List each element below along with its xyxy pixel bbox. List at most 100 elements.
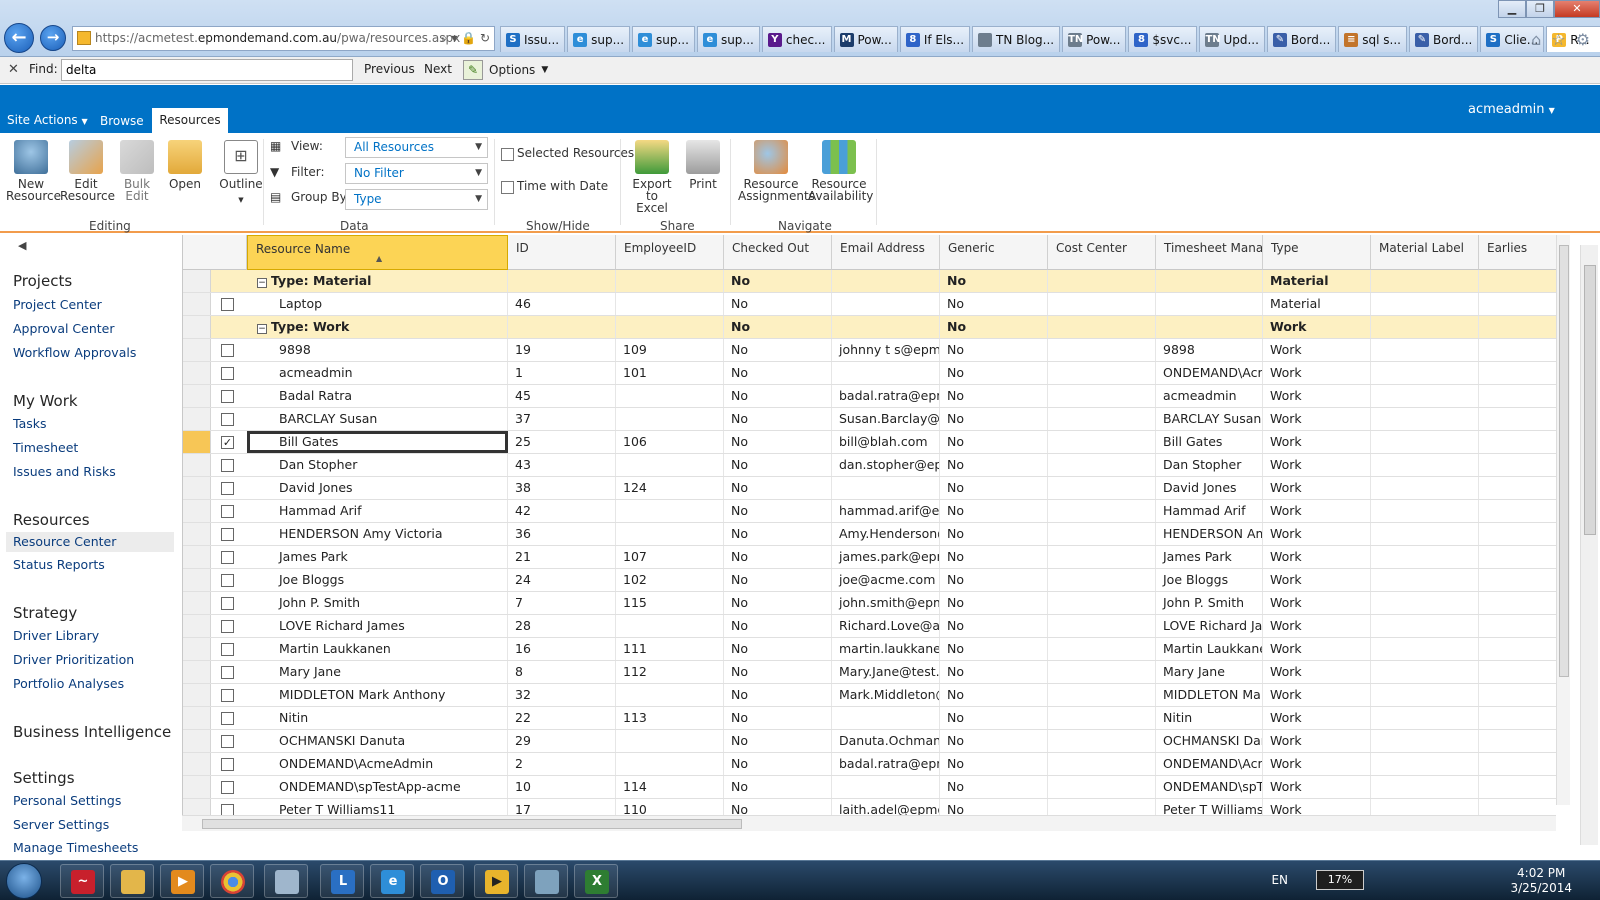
grid-cell[interactable]: Work	[1263, 500, 1371, 522]
grid-cell[interactable]: No	[940, 684, 1048, 706]
grid-cell[interactable]	[1371, 293, 1479, 315]
table-row[interactable]: Dan Stopher 43 No dan.stopher@epm No Dan Stop…	[183, 454, 1556, 477]
row-checkbox[interactable]	[221, 758, 234, 771]
open-button[interactable]: Open	[164, 140, 206, 190]
nav-heading-settings[interactable]: Settings	[13, 769, 75, 787]
grid-cell[interactable]: No	[940, 270, 1048, 292]
grid-cell[interactable]	[1479, 730, 1556, 752]
grid-cell[interactable]: 107	[616, 546, 724, 568]
grid-cell[interactable]: Work	[1263, 707, 1371, 729]
grid-cell[interactable]: Work	[1263, 799, 1371, 815]
grid-cell[interactable]: No	[724, 799, 832, 815]
grid-cell[interactable]: No	[940, 569, 1048, 591]
grid-cell[interactable]	[1479, 408, 1556, 430]
table-row[interactable]: Nitin 22 113 No No Nitin Work	[183, 707, 1556, 730]
grid-cell[interactable]: No	[724, 661, 832, 683]
browser-tab[interactable]: e sup...	[696, 26, 760, 52]
scroll-thumb[interactable]	[1584, 265, 1596, 535]
taskbar-app-media[interactable]: ▶	[160, 864, 204, 898]
grid-cell[interactable]: No	[724, 362, 832, 384]
grid-cell[interactable]: 9898	[247, 339, 508, 361]
grid-cell[interactable]: 111	[616, 638, 724, 660]
grid-cell[interactable]: Bill Gates	[1156, 431, 1263, 453]
row-selector[interactable]	[183, 408, 211, 430]
grid-cell[interactable]	[1048, 638, 1156, 660]
grid-cell[interactable]	[1479, 500, 1556, 522]
find-options-button[interactable]: ✎ Options ▼	[463, 59, 548, 81]
row-selector[interactable]	[183, 776, 211, 798]
row-checkbox[interactable]	[221, 735, 234, 748]
grid-cell[interactable]: Material	[1263, 270, 1371, 292]
table-row[interactable]: BARCLAY Susan 37 No Susan.Barclay@ac No BARCL…	[183, 408, 1556, 431]
row-selector[interactable]	[183, 385, 211, 407]
grid-cell[interactable]	[1048, 500, 1156, 522]
grid-cell[interactable]	[1048, 523, 1156, 545]
nav-item-portfolio-analyses[interactable]: Portfolio Analyses	[13, 676, 124, 691]
find-input[interactable]	[61, 59, 353, 81]
grid-cell[interactable]: No	[724, 316, 832, 338]
grid-cell[interactable]: No	[940, 592, 1048, 614]
grid-cell[interactable]	[1048, 362, 1156, 384]
grid-cell[interactable]: OCHMANSKI Danuta	[247, 730, 508, 752]
grid-cell[interactable]: No	[724, 385, 832, 407]
grid-cell[interactable]	[1479, 293, 1556, 315]
column-header[interactable]: EmployeeID	[616, 235, 724, 270]
grid-cell[interactable]	[1479, 546, 1556, 568]
nav-heading-strategy[interactable]: Strategy	[13, 604, 77, 622]
grid-cell[interactable]: No	[724, 638, 832, 660]
grid-cell[interactable]: No	[940, 431, 1048, 453]
grid-cell[interactable]	[1371, 523, 1479, 545]
browser-tab[interactable]: S Issu...	[500, 26, 566, 52]
browser-tab[interactable]: 8 $svc...	[1128, 26, 1198, 52]
resource-availability-button[interactable]: Resource Availability	[808, 140, 873, 202]
grid-cell[interactable]	[832, 477, 940, 499]
grid-cell[interactable]: No	[940, 753, 1048, 775]
nav-item-resource-center[interactable]: Resource Center	[6, 532, 174, 552]
column-header[interactable]: Email Address	[832, 235, 940, 270]
grid-vertical-scrollbar[interactable]	[1556, 235, 1570, 805]
nav-item-status-reports[interactable]: Status Reports	[13, 557, 105, 572]
grid-cell[interactable]: 32	[508, 684, 616, 706]
grid-cell[interactable]: hammad.arif@epr	[832, 500, 940, 522]
grid-cell[interactable]	[1371, 454, 1479, 476]
grid-cell[interactable]: No	[940, 477, 1048, 499]
grid-cell[interactable]	[1048, 684, 1156, 706]
row-checkbox[interactable]	[221, 574, 234, 587]
grid-cell[interactable]: Hammad Arif	[1156, 500, 1263, 522]
grid-cell[interactable]	[1479, 707, 1556, 729]
grid-cell[interactable]	[1048, 776, 1156, 798]
column-header[interactable]: Checked Out	[724, 235, 832, 270]
find-previous-button[interactable]: Previous	[364, 62, 415, 76]
grid-cell[interactable]: No	[940, 661, 1048, 683]
row-checkbox[interactable]	[221, 459, 234, 472]
nav-heading-projects[interactable]: Projects	[13, 272, 72, 290]
grid-cell[interactable]: 17	[508, 799, 616, 815]
grid-cell[interactable]	[1048, 753, 1156, 775]
grid-cell[interactable]	[1371, 362, 1479, 384]
taskbar-app-ie[interactable]: e	[370, 864, 414, 898]
grid-cell[interactable]: 9898	[1156, 339, 1263, 361]
grid-cell[interactable]: Work	[1263, 316, 1371, 338]
grid-cell[interactable]: No	[940, 776, 1048, 798]
grid-cell[interactable]: Material	[1263, 293, 1371, 315]
grid-cell[interactable]	[1371, 569, 1479, 591]
grid-cell[interactable]: No	[940, 730, 1048, 752]
nav-heading-my-work[interactable]: My Work	[13, 392, 78, 410]
grid-cell[interactable]: MIDDLETON Mark	[1156, 684, 1263, 706]
grid-cell[interactable]	[508, 316, 616, 338]
grid-cell[interactable]: Martin Laukkanen	[247, 638, 508, 660]
grid-cell[interactable]: Richard.Love@act	[832, 615, 940, 637]
grid-cell[interactable]	[616, 684, 724, 706]
grid-cell[interactable]	[1371, 477, 1479, 499]
grid-cell[interactable]	[1479, 454, 1556, 476]
grid-cell[interactable]: Dan Stopher	[1156, 454, 1263, 476]
grid-cell[interactable]	[1048, 477, 1156, 499]
print-button[interactable]: Print	[684, 140, 722, 190]
row-selector[interactable]	[183, 477, 211, 499]
taskbar-app-project[interactable]: ▶	[474, 864, 518, 898]
row-selector[interactable]	[183, 592, 211, 614]
grid-cell[interactable]: Amy.Henderson@	[832, 523, 940, 545]
grid-cell[interactable]: Hammad Arif	[247, 500, 508, 522]
row-checkbox[interactable]	[221, 666, 234, 679]
table-row[interactable]: David Jones 38 124 No No David Jones Work	[183, 477, 1556, 500]
